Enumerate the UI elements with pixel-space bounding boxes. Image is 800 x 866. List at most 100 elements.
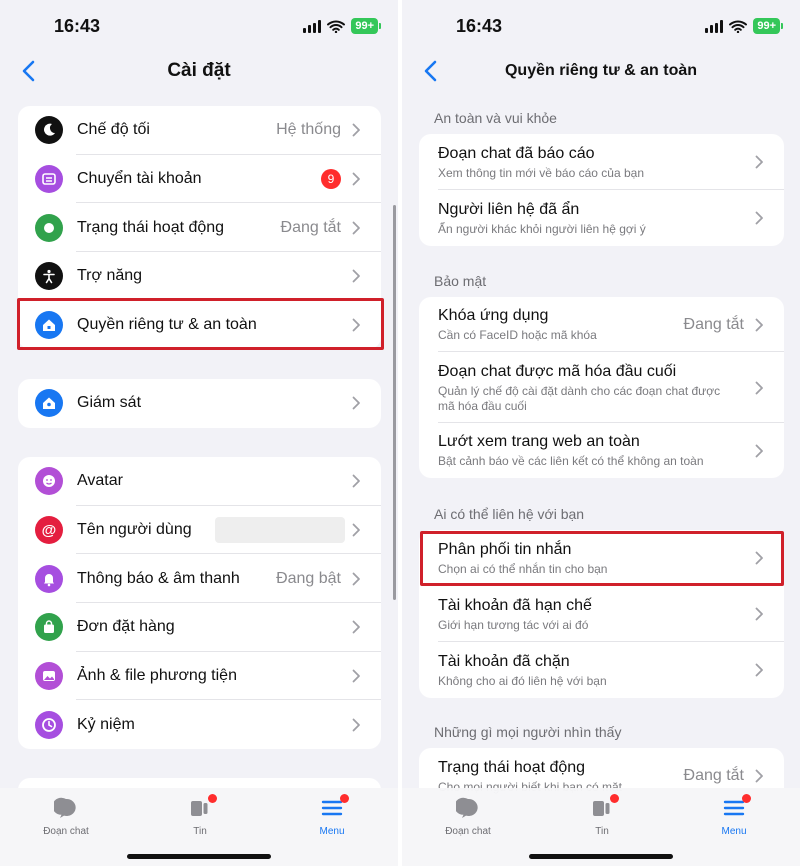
row-subtitle: Ẩn người khác khỏi người liên hệ gợi ý <box>438 221 646 236</box>
chevron-right-icon <box>352 621 360 634</box>
page-title: Cài đặt <box>167 60 231 81</box>
row-value: Đang bật <box>276 569 341 587</box>
page-title: Quyền riêng tư & an toàn <box>504 62 698 79</box>
menu-icon <box>721 794 751 820</box>
wifi-icon <box>327 20 346 33</box>
row-label: Kỷ niệm <box>77 715 135 733</box>
accessibility-icon <box>35 262 63 291</box>
chevron-right-icon <box>352 718 360 732</box>
privacy-safety-screen: 16:43 99+ Quyền riêng tư & an toàn An to… <box>402 0 800 866</box>
username-redacted <box>215 517 345 544</box>
home-indicator[interactable] <box>127 854 271 859</box>
settings-row-shopping-bag[interactable]: Đơn đặt hàng <box>18 603 381 652</box>
tab-stories[interactable]: Tin <box>562 794 642 837</box>
chevron-right-icon <box>755 607 763 621</box>
wifi-icon <box>729 20 748 33</box>
cellular-signal-icon <box>705 19 724 33</box>
privacy-row[interactable]: Người liên hệ đã ẩn Ẩn người khác khỏi ng… <box>419 190 784 246</box>
nav-bar: Cài đặt <box>0 52 398 90</box>
chevron-right-icon <box>352 123 360 137</box>
stories-icon <box>187 794 217 820</box>
row-value: Đang tắt <box>683 315 744 333</box>
status-bar: 16:43 99+ <box>0 0 398 52</box>
row-value: Đang tắt <box>683 767 744 784</box>
home-indicator[interactable] <box>529 854 673 859</box>
row-title: Tài khoản đã hạn chế <box>438 596 592 614</box>
row-label: Giám sát <box>77 394 142 412</box>
settings-row-at[interactable]: @ Tên người dùng <box>18 506 381 555</box>
settings-row-photo[interactable]: Ảnh & file phương tiện <box>18 652 381 701</box>
row-subtitle: Giới hạn tương tác với ai đó <box>438 617 589 632</box>
tab-chat-bubble[interactable]: Đoạn chat <box>26 796 106 837</box>
privacy-row[interactable]: Khóa ứng dụng Cần có FaceID hoặc mã khóa Đ… <box>419 297 784 352</box>
avatar-icon <box>35 467 63 496</box>
row-label: Tên người dùng <box>77 521 192 539</box>
settings-row-memories[interactable]: Kỷ niệm <box>18 700 381 749</box>
settings-group-supervision: Giám sát <box>18 379 381 428</box>
shopping-bag-icon <box>35 613 63 642</box>
row-label: Trạng thái hoạt động <box>77 218 225 236</box>
chevron-right-icon <box>755 318 763 331</box>
chevron-right-icon <box>755 769 763 783</box>
settings-row-accessibility[interactable]: Trợ năng <box>18 252 381 301</box>
highlight-message-delivery-row <box>420 531 784 586</box>
row-subtitle: Không cho ai đó liên hệ với bạn <box>438 673 607 688</box>
tab-menu[interactable]: Menu <box>292 794 372 837</box>
row-value: Hệ thống <box>276 121 341 139</box>
privacy-row[interactable]: Tài khoản đã hạn chế Giới hạn tương tác v… <box>419 586 784 642</box>
tab-bar: Đoạn chat Tin Menu <box>0 788 398 866</box>
settings-group-profile: Avatar @ Tên người dùng Thông báo & âm than… <box>18 457 381 750</box>
tab-label: Menu <box>319 826 345 837</box>
privacy-row[interactable]: Đoạn chat được mã hóa đầu cuối Quản lý ch… <box>419 352 784 423</box>
settings-row-active-status[interactable]: Trạng thái hoạt động Đang tắt <box>18 203 381 253</box>
tab-label: Tin <box>595 826 609 837</box>
row-title: Đoạn chat đã báo cáo <box>438 144 595 162</box>
section-header: Ai có thể liên hệ với bạn <box>434 506 585 522</box>
settings-row-supervision[interactable]: Giám sát <box>18 379 381 428</box>
chevron-right-icon <box>755 663 763 677</box>
status-time: 16:43 <box>54 16 101 36</box>
chat-bubble-icon <box>454 796 481 820</box>
tab-bar: Đoạn chat Tin Menu <box>402 788 800 866</box>
notification-dot <box>610 794 619 803</box>
row-label: Đơn đặt hàng <box>77 618 175 636</box>
settings-row-moon[interactable]: Chế độ tối Hệ thống <box>18 106 381 155</box>
chevron-right-icon <box>352 270 360 283</box>
section-header: Bảo mật <box>434 273 487 289</box>
row-title: Lướt xem trang web an toàn <box>438 433 640 450</box>
row-label: Avatar <box>77 472 123 490</box>
switch-account-icon <box>35 165 63 194</box>
memories-icon <box>35 710 63 739</box>
row-label: Ảnh & file phương tiện <box>77 667 237 685</box>
status-time: 16:43 <box>456 16 503 36</box>
row-subtitle: Xem thông tin mới về báo cáo của bạn <box>438 165 644 180</box>
at-icon: @ <box>35 516 63 545</box>
chat-bubble-icon <box>52 796 79 820</box>
moon-icon <box>35 116 63 145</box>
settings-row-bell[interactable]: Thông báo & âm thanh Đang bật <box>18 554 381 604</box>
row-title: Đoạn chat được mã hóa đầu cuối <box>438 362 677 380</box>
menu-icon <box>319 794 349 820</box>
chevron-right-icon <box>755 444 763 457</box>
tab-stories[interactable]: Tin <box>160 794 240 837</box>
notification-dot <box>742 794 751 803</box>
battery-indicator: 99+ <box>351 18 381 34</box>
scrollbar[interactable] <box>393 205 396 600</box>
privacy-row[interactable]: Đoạn chat đã báo cáo Xem thông tin mới về… <box>419 134 784 190</box>
settings-screen: 16:43 99+ Cài đặt Chế độ tối Hệ thống Chuy… <box>0 0 398 866</box>
chevron-right-icon <box>755 155 763 169</box>
privacy-row[interactable]: Lướt xem trang web an toàn Bật cảnh báo v… <box>419 423 784 478</box>
tab-menu[interactable]: Menu <box>694 794 774 837</box>
row-title: Người liên hệ đã ẩn <box>438 200 580 218</box>
tab-chat-bubble[interactable]: Đoạn chat <box>428 796 508 837</box>
tab-label: Đoạn chat <box>43 826 89 837</box>
tab-label: Menu <box>721 826 747 837</box>
row-label: Chế độ tối <box>77 121 150 139</box>
highlight-privacy-row <box>17 298 384 350</box>
status-bar: 16:43 99+ <box>402 0 800 52</box>
chevron-right-icon <box>352 474 360 488</box>
settings-row-avatar[interactable]: Avatar <box>18 457 381 506</box>
settings-row-switch-account[interactable]: Chuyển tài khoản 9 <box>18 155 381 204</box>
chevron-right-icon <box>755 211 763 225</box>
privacy-row[interactable]: Tài khoản đã chặn Không cho ai đó liên hệ… <box>419 642 784 698</box>
